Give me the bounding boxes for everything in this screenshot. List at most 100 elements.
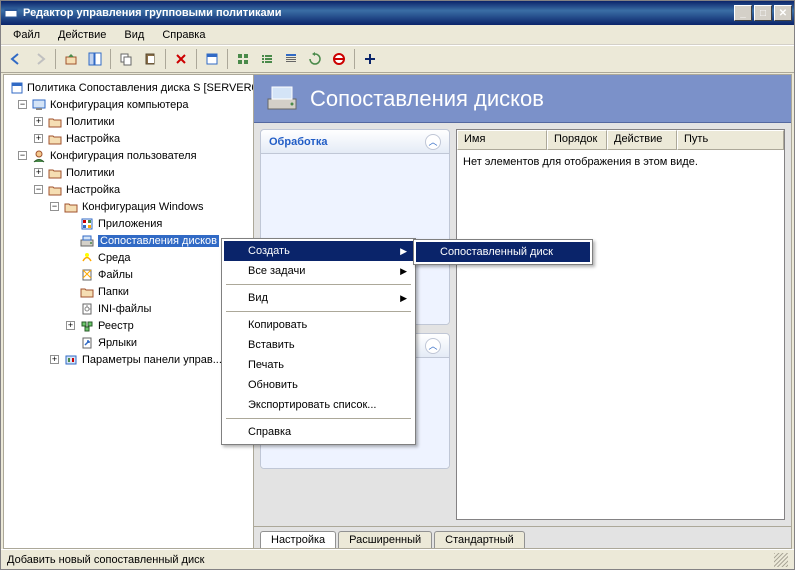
- tab-settings[interactable]: Настройка: [260, 531, 336, 548]
- tree-apps[interactable]: Приложения: [98, 218, 162, 230]
- submenu-arrow-icon: ▶: [400, 266, 407, 277]
- folder-icon: [63, 199, 79, 215]
- folder-icon: [79, 284, 95, 300]
- title-bar: Редактор управления групповыми политикам…: [1, 1, 794, 25]
- tree-root[interactable]: Политика Сопоставления диска S [SERVER0: [27, 82, 254, 94]
- list-view: Имя Порядок Действие Путь Нет элементов …: [456, 129, 785, 520]
- expander-icon[interactable]: +: [34, 134, 43, 143]
- add-button[interactable]: [359, 48, 381, 70]
- tree-windows-config[interactable]: Конфигурация Windows: [82, 201, 204, 213]
- status-text: Добавить новый сопоставленный диск: [7, 554, 204, 566]
- status-bar: Добавить новый сопоставленный диск: [1, 549, 794, 569]
- apps-icon: [79, 216, 95, 232]
- expander-icon[interactable]: −: [18, 151, 27, 160]
- col-name[interactable]: Имя: [457, 130, 547, 150]
- ini-icon: [79, 301, 95, 317]
- toolbar: [1, 45, 794, 73]
- tree-computer-config[interactable]: Конфигурация компьютера: [50, 99, 188, 111]
- policy-icon: [10, 80, 24, 96]
- up-button[interactable]: [60, 48, 82, 70]
- menu-action[interactable]: Действие: [50, 27, 114, 43]
- col-path[interactable]: Путь: [677, 130, 784, 150]
- delete-button[interactable]: [170, 48, 192, 70]
- tree-environment[interactable]: Среда: [98, 252, 130, 264]
- folder-icon: [47, 131, 63, 147]
- menu-file[interactable]: Файл: [5, 27, 48, 43]
- forward-button[interactable]: [29, 48, 51, 70]
- header-band: Сопоставления дисков: [254, 75, 791, 123]
- expander-icon[interactable]: +: [50, 355, 59, 364]
- ctx-print[interactable]: Печать: [224, 355, 413, 375]
- expander-icon[interactable]: +: [34, 117, 43, 126]
- list-empty-message: Нет элементов для отображения в этом вид…: [457, 150, 784, 519]
- ctx-help[interactable]: Справка: [224, 422, 413, 442]
- create-submenu: Сопоставленный диск: [413, 239, 593, 265]
- tab-extended[interactable]: Расширенный: [338, 531, 432, 548]
- details-button[interactable]: [280, 48, 302, 70]
- tree-panel: Политика Сопоставления диска S [SERVER0 …: [4, 75, 254, 548]
- col-order[interactable]: Порядок: [547, 130, 607, 150]
- expander-icon[interactable]: −: [34, 185, 43, 194]
- ctx-copy[interactable]: Копировать: [224, 315, 413, 335]
- folder-icon: [47, 182, 63, 198]
- shortcuts-icon: [79, 335, 95, 351]
- tree-registry[interactable]: Реестр: [98, 320, 134, 332]
- ctx-export[interactable]: Экспортировать список...: [224, 395, 413, 415]
- ctx-create[interactable]: Создать ▶ Сопоставленный диск: [224, 241, 413, 261]
- expander-icon[interactable]: +: [66, 321, 75, 330]
- files-icon: [79, 267, 95, 283]
- copy-button[interactable]: [115, 48, 137, 70]
- tree-drive-maps[interactable]: Сопоставления дисков: [98, 235, 219, 247]
- minimize-button[interactable]: _: [734, 5, 752, 21]
- menu-help[interactable]: Справка: [154, 27, 213, 43]
- content-title: Сопоставления дисков: [310, 86, 544, 112]
- tree-files[interactable]: Файлы: [98, 269, 133, 281]
- expander-icon[interactable]: +: [34, 168, 43, 177]
- maximize-button[interactable]: □: [754, 5, 772, 21]
- expander-icon[interactable]: −: [18, 100, 27, 109]
- properties-button[interactable]: [201, 48, 223, 70]
- refresh-button[interactable]: [304, 48, 326, 70]
- large-icons-button[interactable]: [232, 48, 254, 70]
- tab-standard[interactable]: Стандартный: [434, 531, 525, 548]
- tree-ini[interactable]: INI-файлы: [98, 303, 151, 315]
- ctx-paste[interactable]: Вставить: [224, 335, 413, 355]
- tree-settings[interactable]: Настройка: [66, 133, 120, 145]
- stop-button[interactable]: [328, 48, 350, 70]
- tree-user-config[interactable]: Конфигурация пользователя: [50, 150, 197, 162]
- col-action[interactable]: Действие: [607, 130, 677, 150]
- user-icon: [31, 148, 47, 164]
- collapse-icon[interactable]: ︿: [425, 338, 441, 354]
- tree-policies-user[interactable]: Политики: [66, 167, 115, 179]
- tree-folders[interactable]: Папки: [98, 286, 129, 298]
- control-panel-icon: [63, 352, 79, 368]
- folder-icon: [47, 165, 63, 181]
- menu-view[interactable]: Вид: [116, 27, 152, 43]
- tree-settings-user[interactable]: Настройка: [66, 184, 120, 196]
- ctx-refresh[interactable]: Обновить: [224, 375, 413, 395]
- environment-icon: [79, 250, 95, 266]
- tree-control-panel[interactable]: Параметры панели управ...: [82, 354, 222, 366]
- app-icon: [3, 5, 19, 21]
- collapse-icon[interactable]: ︿: [425, 134, 441, 150]
- column-headers: Имя Порядок Действие Путь: [457, 130, 784, 150]
- drive-map-large-icon: [266, 85, 302, 113]
- folder-icon: [47, 114, 63, 130]
- ctx-all-tasks[interactable]: Все задачи ▶: [224, 261, 413, 281]
- expander-icon[interactable]: −: [50, 202, 59, 211]
- tree-shortcuts[interactable]: Ярлыки: [98, 337, 137, 349]
- show-tree-button[interactable]: [84, 48, 106, 70]
- paste-button[interactable]: [139, 48, 161, 70]
- list-button[interactable]: [256, 48, 278, 70]
- back-button[interactable]: [5, 48, 27, 70]
- menu-bar: Файл Действие Вид Справка: [1, 25, 794, 45]
- registry-icon: [79, 318, 95, 334]
- submenu-arrow-icon: ▶: [400, 293, 407, 304]
- close-button[interactable]: ✕: [774, 5, 792, 21]
- ctx-mapped-drive[interactable]: Сопоставленный диск: [416, 242, 590, 262]
- drive-map-icon: [79, 233, 95, 249]
- ctx-view[interactable]: Вид ▶: [224, 288, 413, 308]
- tree-policies[interactable]: Политики: [66, 116, 115, 128]
- panel-title: Обработка: [269, 136, 327, 148]
- resize-grip-icon[interactable]: [774, 553, 788, 567]
